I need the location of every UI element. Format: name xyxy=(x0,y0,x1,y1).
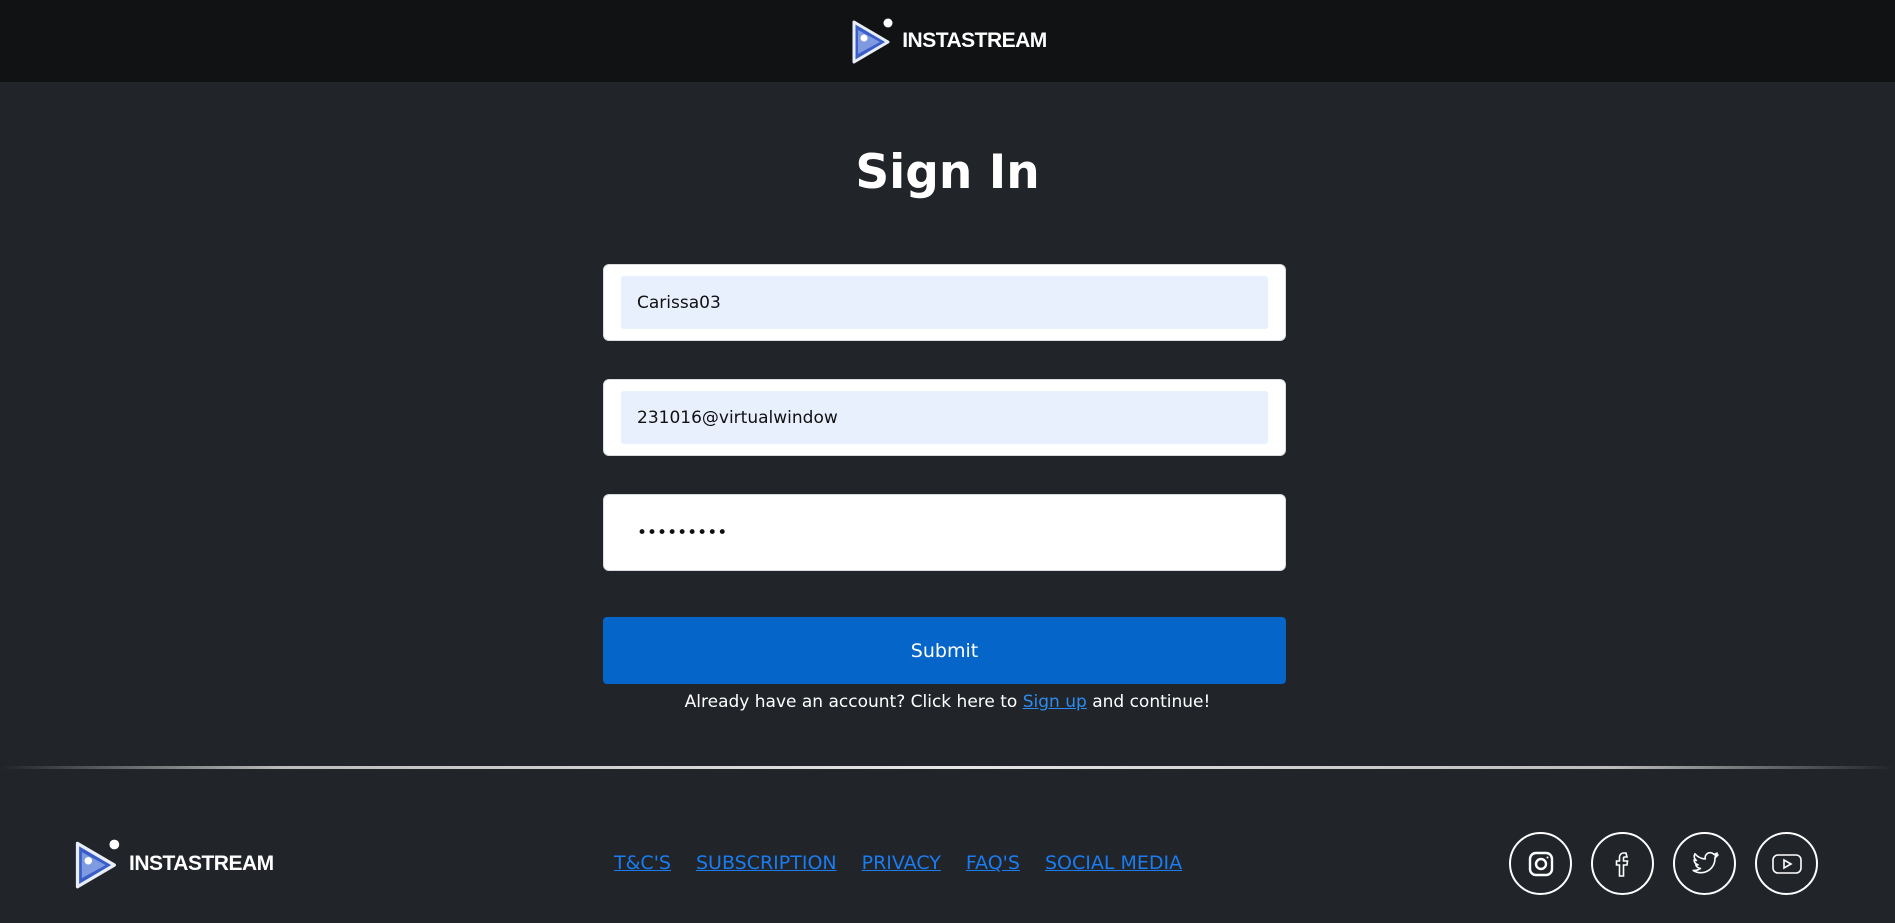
youtube-icon xyxy=(1771,853,1802,874)
username-field xyxy=(603,264,1286,341)
facebook-icon xyxy=(1615,851,1628,877)
email-field xyxy=(603,379,1286,456)
signup-prompt: Already have an account? Click here to S… xyxy=(0,692,1895,712)
twitter-button[interactable] xyxy=(1673,832,1736,895)
footer-link-terms[interactable]: T&C'S xyxy=(614,852,671,874)
header-brand[interactable]: INSTASTREAM xyxy=(848,16,1047,66)
instagram-button[interactable] xyxy=(1509,832,1572,895)
signup-suffix: and continue! xyxy=(1086,692,1211,712)
footer-link-subscription[interactable]: SUBSCRIPTION xyxy=(696,852,837,874)
footer-nav: T&C'S SUBSCRIPTION PRIVACY FAQ'S SOCIAL … xyxy=(614,852,1182,874)
page-title: Sign In xyxy=(855,145,1040,200)
footer-brand-name: INSTASTREAM xyxy=(129,852,274,875)
social-links xyxy=(1509,832,1818,895)
username-input[interactable] xyxy=(621,276,1268,329)
footer-divider xyxy=(0,766,1895,769)
instagram-icon xyxy=(1528,851,1553,876)
instastream-logo-icon xyxy=(852,18,893,64)
password-input[interactable] xyxy=(621,506,1268,559)
footer-link-privacy[interactable]: PRIVACY xyxy=(862,852,941,874)
footer-link-faqs[interactable]: FAQ'S xyxy=(966,852,1020,874)
youtube-button[interactable] xyxy=(1755,832,1818,895)
password-field xyxy=(603,494,1286,571)
twitter-icon xyxy=(1691,851,1719,873)
email-input[interactable] xyxy=(621,391,1268,444)
top-bar: INSTASTREAM xyxy=(0,0,1895,82)
sign-up-link[interactable]: Sign up xyxy=(1023,692,1087,712)
facebook-button[interactable] xyxy=(1591,832,1654,895)
instastream-logo-icon xyxy=(75,839,120,889)
signup-prefix: Already have an account? Click here to xyxy=(684,692,1023,712)
footer-brand[interactable]: INSTASTREAM xyxy=(71,836,274,892)
footer-link-social-media[interactable]: SOCIAL MEDIA xyxy=(1045,852,1182,874)
brand-name: INSTASTREAM xyxy=(902,29,1047,52)
submit-button[interactable]: Submit xyxy=(603,617,1286,684)
